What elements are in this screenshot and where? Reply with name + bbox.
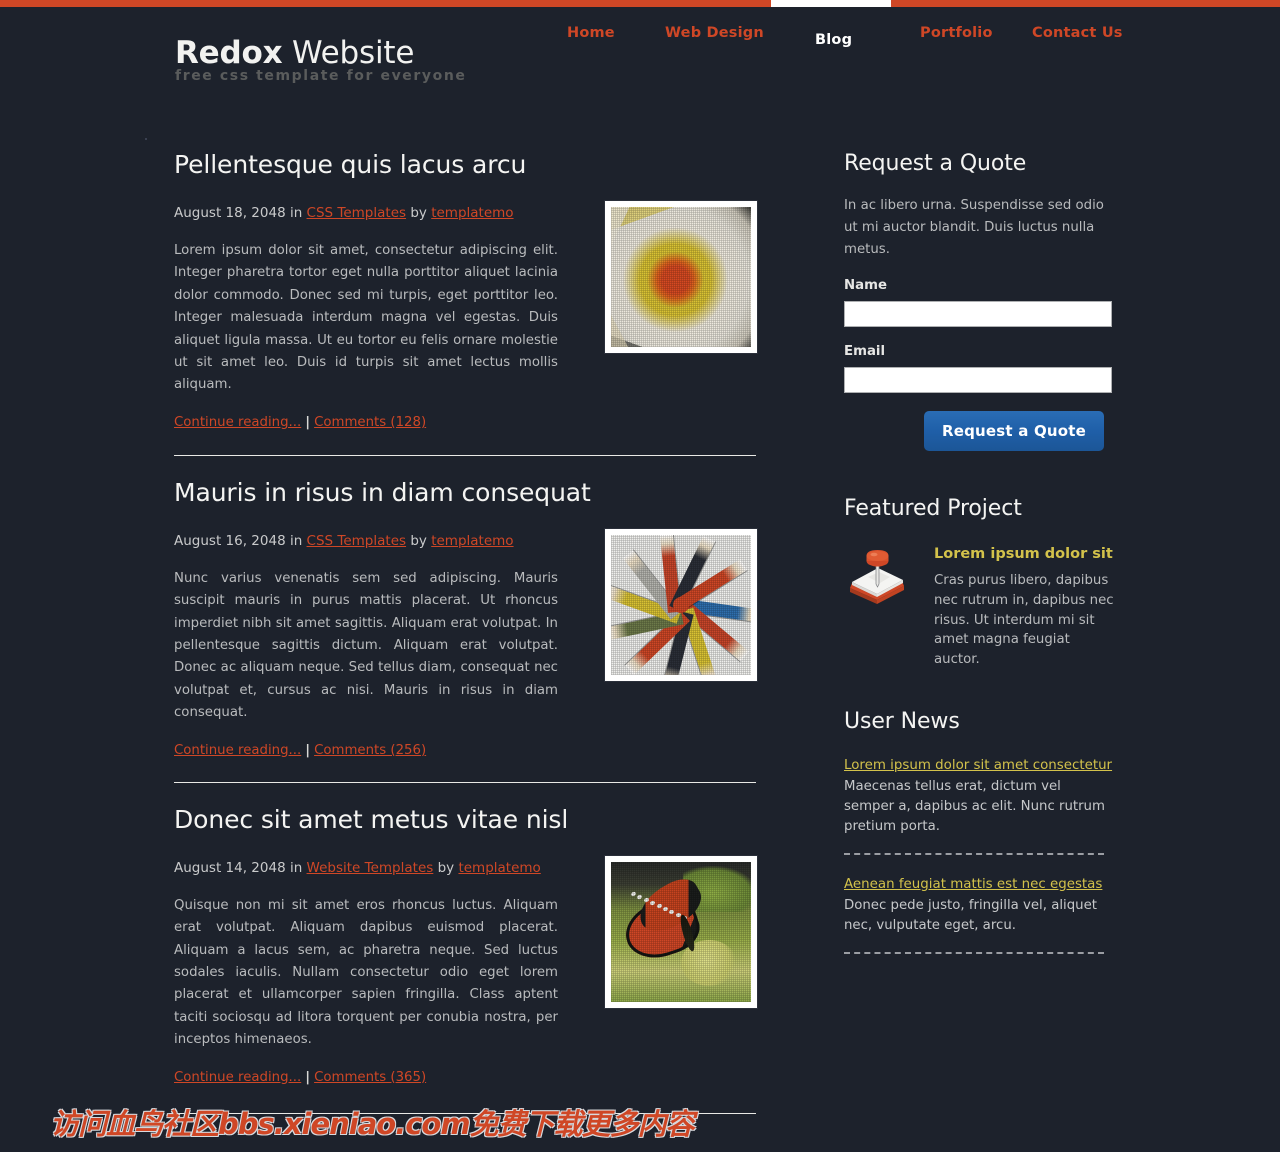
news-item-link[interactable]: Aenean feugiat mattis est nec egestas	[844, 875, 1102, 895]
blog-post: Donec sit amet metus vitae nisl August 14…	[174, 805, 757, 1087]
colored-pencils-photo	[611, 534, 751, 675]
post-by-label: by	[433, 859, 459, 876]
name-field-label: Name	[844, 278, 887, 293]
post-author-link[interactable]: templatemo	[431, 533, 513, 549]
post-category-link[interactable]: Website Templates	[307, 860, 434, 876]
decorative-dot	[145, 138, 147, 140]
post-by-label: by	[406, 532, 432, 549]
post-thumbnail[interactable]	[605, 528, 757, 681]
featured-project-widget: Featured Project Lorem ipsum dolor sit C…	[844, 495, 1116, 670]
post-title[interactable]: Donec sit amet metus vitae nisl	[174, 805, 756, 835]
comments-link[interactable]: Comments (256)	[314, 743, 426, 758]
post-date: August 14, 2048	[174, 859, 286, 876]
post-category-link[interactable]: CSS Templates	[307, 533, 407, 549]
blog-post: Pellentesque quis lacus arcu August 18, 2…	[174, 150, 757, 432]
featured-project-text: Lorem ipsum dolor sit Cras purus libero,…	[934, 545, 1114, 670]
site-logo[interactable]: Redox Website	[175, 36, 414, 70]
request-quote-submit-button[interactable]: Request a Quote	[924, 411, 1104, 451]
site-header: Redox Website free css template for ever…	[0, 7, 1280, 150]
request-quote-description: In ac libero urna. Suspendisse sed odio …	[844, 198, 1104, 257]
post-actions: Continue reading... | Comments (128)	[174, 414, 756, 432]
post-actions: Continue reading... | Comments (256)	[174, 742, 756, 760]
comments-link[interactable]: Comments (365)	[314, 1070, 426, 1085]
nav-item-blog[interactable]: Blog	[815, 32, 852, 48]
site-tagline: free css template for everyone	[175, 68, 467, 84]
brand-title: Redox Website	[175, 36, 414, 70]
continue-reading-link[interactable]: Continue reading...	[174, 1070, 301, 1085]
post-divider	[174, 781, 756, 783]
post-divider	[174, 454, 756, 456]
post-excerpt: Nunc varius venenatis sem sed adipiscing…	[174, 570, 558, 721]
news-item-link[interactable]: Lorem ipsum dolor sit amet consectetur	[844, 756, 1112, 776]
request-quote-heading: Request a Quote	[844, 151, 1027, 176]
monarch-butterfly-photo	[611, 861, 751, 1002]
request-quote-widget: Request a Quote In ac libero urna. Suspe…	[844, 150, 1116, 451]
main-navigation: Home Web Design Blog Portfolio Contact Us	[540, 7, 1160, 67]
pushpin-on-paper-stack-icon	[846, 548, 908, 606]
post-title[interactable]: Mauris in risus in diam consequat	[174, 478, 756, 508]
featured-project-heading: Featured Project	[844, 496, 1022, 521]
link-separator: |	[305, 414, 311, 430]
top-accent-bar	[0, 0, 1280, 7]
post-actions: Continue reading... | Comments (365)	[174, 1069, 756, 1087]
email-input[interactable]	[844, 367, 1112, 393]
user-news-widget: User News Lorem ipsum dolor sit amet con…	[844, 708, 1116, 954]
brand-name-bold: Redox	[175, 35, 283, 71]
nav-item-portfolio[interactable]: Portfolio	[920, 25, 993, 41]
link-separator: |	[305, 742, 311, 758]
news-separator	[844, 951, 1104, 954]
post-author-link[interactable]: templatemo	[458, 860, 540, 876]
featured-project-item[interactable]: Lorem ipsum dolor sit Cras purus libero,…	[844, 545, 1116, 670]
post-author-link[interactable]: templatemo	[431, 205, 513, 221]
sidebar: Request a Quote In ac libero urna. Suspe…	[844, 150, 1116, 954]
post-date: August 18, 2048	[174, 205, 286, 221]
nav-item-contact-us[interactable]: Contact Us	[1032, 25, 1123, 41]
nav-item-home[interactable]: Home	[567, 25, 615, 41]
post-thumbnail[interactable]	[605, 201, 757, 353]
post-by-label: by	[406, 205, 432, 221]
post-in-label: in	[285, 205, 307, 221]
name-input[interactable]	[844, 301, 1112, 327]
email-field-label: Email	[844, 344, 886, 359]
post-thumbnail[interactable]	[605, 855, 757, 1008]
continue-reading-link[interactable]: Continue reading...	[174, 743, 301, 758]
active-tab-indicator	[771, 0, 891, 7]
news-separator	[844, 852, 1104, 855]
water-lily-flower-photo	[611, 207, 751, 347]
comments-link[interactable]: Comments (128)	[314, 415, 426, 430]
news-item-description: Donec pede justo, fringilla vel, aliquet…	[844, 897, 1098, 933]
post-in-label: in	[285, 859, 307, 876]
user-news-heading: User News	[844, 708, 960, 734]
post-in-label: in	[285, 532, 307, 549]
user-news-list: Lorem ipsum dolor sit amet consectetur Ma…	[844, 754, 1116, 954]
news-item: Lorem ipsum dolor sit amet consectetur Ma…	[844, 754, 1116, 837]
post-date: August 16, 2048	[174, 532, 286, 549]
continue-reading-link[interactable]: Continue reading...	[174, 415, 301, 430]
post-excerpt: Quisque non mi sit amet eros rhoncus luc…	[174, 897, 558, 1048]
download-site-watermark: 访问血鸟社区bbs.xieniao.com免费下载更多内容	[50, 1107, 695, 1141]
news-item: Aenean feugiat mattis est nec egestas Don…	[844, 873, 1116, 936]
blog-post-list: Pellentesque quis lacus arcu August 18, 2…	[174, 150, 757, 1136]
post-category-link[interactable]: CSS Templates	[307, 205, 407, 221]
news-item-description: Maecenas tellus erat, dictum vel semper …	[844, 778, 1105, 834]
blog-post: Mauris in risus in diam consequat August …	[174, 478, 757, 760]
nav-item-web-design[interactable]: Web Design	[665, 25, 764, 41]
featured-project-description: Cras purus libero, dapibus nec rutrum in…	[934, 573, 1114, 668]
post-title[interactable]: Pellentesque quis lacus arcu	[174, 150, 756, 180]
featured-project-title[interactable]: Lorem ipsum dolor sit	[934, 545, 1114, 563]
link-separator: |	[305, 1069, 311, 1085]
post-excerpt: Lorem ipsum dolor sit amet, consectetur …	[174, 243, 558, 393]
brand-name-light: Website	[282, 35, 415, 71]
